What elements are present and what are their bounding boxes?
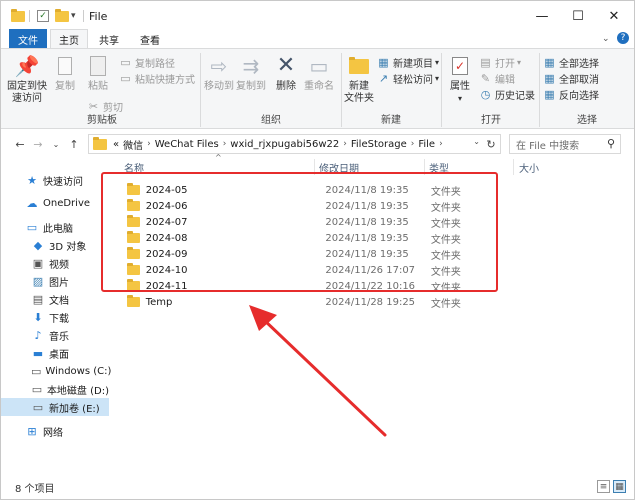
explorer-window: ✓ ▾ File — ☐ ✕ 文件 主页 共享 查看 ⌄ ? 📌 固定到快 速访… (0, 0, 635, 500)
details-view-icon[interactable]: ≡ (597, 480, 610, 493)
annotation-arrow (249, 305, 387, 437)
item-count: 8 个项目 (15, 483, 55, 495)
large-icons-view-icon[interactable]: ▦ (613, 480, 626, 493)
status-bar: 8 个项目 ≡ ▦ (1, 475, 634, 499)
